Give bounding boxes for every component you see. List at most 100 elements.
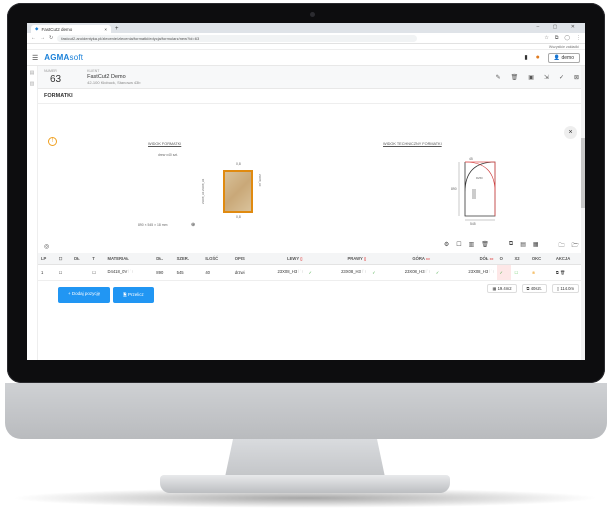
sidebar-orders-icon[interactable]: ▥ — [30, 81, 35, 87]
folder-icon: 🗀 — [128, 269, 133, 274]
cell-qty[interactable]: 40 — [202, 264, 232, 281]
col-right-ctl — [369, 253, 385, 265]
calculate-button[interactable]: 🗎 Przelicz — [113, 287, 154, 303]
extensions-icon[interactable]: ⧉ — [555, 35, 559, 41]
monitor-stand-neck — [225, 439, 385, 477]
preview-caption: drew x40 szt. — [158, 153, 178, 157]
select-all-icon[interactable]: ☐ — [456, 241, 461, 251]
number-label: NUMER — [44, 69, 57, 73]
pdf-icon[interactable]: ▤ — [520, 241, 526, 251]
cell-right[interactable]: 23X08_H3 🗀 — [320, 264, 370, 281]
cell-length[interactable]: 890 — [153, 264, 174, 281]
hamburger-icon[interactable]: ☰ — [32, 54, 38, 62]
notifications-icon[interactable]: ● — [536, 54, 540, 61]
col-width[interactable]: SZER. — [173, 253, 203, 265]
o-check-icon[interactable]: ✓ — [496, 264, 512, 281]
col-bottom[interactable]: DÓŁ ▭ — [447, 253, 497, 265]
cell-material[interactable]: D4418_0V 🗀 — [104, 264, 154, 281]
close-tab-icon[interactable]: × — [104, 27, 107, 32]
delete-rows-icon[interactable]: 🗑 — [481, 241, 489, 251]
signature-icon[interactable]: ✎ — [496, 74, 501, 81]
add-item-button[interactable]: + Dodaj pozycję — [58, 287, 111, 303]
col-o[interactable]: O — [496, 253, 512, 265]
forward-icon[interactable]: → — [40, 35, 45, 41]
warning-icon[interactable]: ! — [48, 137, 57, 146]
profile-icon[interactable]: ◯ — [564, 35, 570, 41]
col-material[interactable]: MATERIAŁ — [104, 253, 154, 265]
scrollbar[interactable] — [581, 66, 585, 360]
sidebar-dashboard-icon[interactable]: ▤ — [30, 70, 35, 76]
col-select[interactable]: ☐ — [55, 253, 72, 265]
col-lp[interactable]: LP — [38, 253, 56, 265]
cell-lp: 1 — [38, 264, 56, 281]
top-check-icon[interactable]: ✓ — [432, 264, 448, 281]
confirm-icon[interactable]: ✓ — [559, 74, 564, 81]
left-check-icon[interactable]: ✓ — [305, 264, 321, 281]
browser-tab[interactable]: ◆ FastCut2 demo × — [31, 25, 111, 33]
row-dl-checkbox[interactable] — [71, 264, 90, 281]
close-order-icon[interactable]: ⊠ — [574, 74, 579, 81]
close-preview-button[interactable]: × — [564, 126, 577, 139]
total-count: ⧉ 40szt. — [521, 284, 547, 293]
sidebar: ▤ ▥ — [27, 66, 38, 360]
hide-preview-icon[interactable]: ◎ — [44, 243, 49, 250]
client-label: KLIENT — [87, 69, 100, 73]
settings-icon[interactable]: ⚙ — [444, 241, 449, 251]
save-folder-icon[interactable]: 🗁 — [572, 241, 579, 251]
client-address: 42-100 Kłobuck, Stanowa 43b — [87, 80, 141, 85]
x2-checkbox[interactable]: ☐ — [511, 264, 529, 281]
col-right[interactable]: PRAWY ▯ — [320, 253, 370, 265]
col-left-ctl — [305, 253, 321, 265]
table-row[interactable]: 1 ☐ ☐ D4418_0V 🗀 890 545 40 drzwi 23X08_… — [38, 264, 585, 281]
col-x2[interactable]: X2 — [511, 253, 529, 265]
table-toolbar-actions: ⚙ ☐ ▥ 🗑 ⧉ ▤ ▦ 🗀 🗁 — [444, 241, 579, 251]
cell-desc[interactable]: drzwi — [231, 264, 257, 281]
user-button[interactable]: 👤 demo — [547, 52, 580, 63]
browser-menu-icon[interactable]: ⋮ — [576, 35, 581, 41]
preview-left-title: WIDOK FORMATKI — [148, 142, 182, 146]
back-icon[interactable]: ← — [31, 35, 36, 41]
scrollbar-thumb[interactable] — [581, 138, 585, 208]
reports-icon[interactable]: ▮ — [524, 54, 527, 61]
browser-tabbar: ◆ FastCut2 demo × + ‒ ▢ ✕ — [27, 23, 585, 33]
export-icon[interactable]: ⇲ — [544, 74, 549, 81]
new-tab-icon[interactable]: + — [115, 25, 119, 33]
order-infobar: NUMER 63 KLIENT FastCut2 Demo 42-100 Kło… — [38, 66, 585, 89]
app-header: ☰ AGMAsoft ▮ ● 👤 demo — [27, 50, 585, 66]
cell-left[interactable]: 23X08_H3 🗀 — [256, 264, 306, 281]
col-qty[interactable]: ILOŚĆ — [202, 253, 232, 265]
monitor-chin — [5, 383, 607, 439]
col-t[interactable]: T — [89, 253, 105, 265]
right-check-icon[interactable]: ✓ — [369, 264, 385, 281]
row-t-checkbox[interactable]: ☐ — [89, 264, 105, 281]
edge-top-label: 0,8 — [236, 162, 241, 166]
browser-actions: ☆ ⧉ ◯ ⋮ — [544, 35, 581, 41]
address-input[interactable]: fastcut2.aroidentyka.pl/zlecenie/zleceni… — [57, 34, 418, 42]
columns-icon[interactable]: ▥ — [469, 241, 475, 251]
tech-dim-bottom: 545 — [470, 222, 476, 226]
main-content: NUMER 63 KLIENT FastCut2 Demo 42-100 Kło… — [38, 66, 585, 360]
save-icon[interactable]: ▣ — [528, 74, 534, 81]
col-dl-flag[interactable]: DŁ — [71, 253, 90, 265]
col-length[interactable]: DŁ. — [153, 253, 174, 265]
row-checkbox[interactable]: ☐ — [55, 264, 72, 281]
cell-bottom[interactable]: 23X08_H3 🗀 — [447, 264, 497, 281]
col-top[interactable]: GÓRA ▭ — [384, 253, 433, 265]
col-left[interactable]: LEWY ▯ — [256, 253, 306, 265]
drill-icon[interactable]: ⊕ — [191, 222, 195, 228]
bookmark-star-icon[interactable]: ☆ — [544, 35, 548, 41]
cell-top[interactable]: 23X08_H3 🗀 — [384, 264, 433, 281]
open-folder-icon[interactable]: 🗀 — [559, 241, 565, 251]
col-okc[interactable]: OKC — [528, 253, 553, 265]
trash-icon[interactable]: 🗑 — [511, 74, 519, 81]
app-logo[interactable]: AGMAsoft — [44, 53, 83, 62]
col-desc[interactable]: OPIS — [231, 253, 257, 265]
tab-title: FastCut2 demo — [41, 26, 73, 32]
copy-icon[interactable]: ⧉ — [509, 241, 513, 251]
window-controls[interactable]: ‒ ▢ ✕ — [537, 24, 581, 30]
cell-width[interactable]: 545 — [173, 264, 203, 281]
reload-icon[interactable]: ↻ — [49, 35, 53, 41]
import-icon[interactable]: ▦ — [533, 241, 539, 251]
bookmarks-link[interactable]: Wszystkie zakładki — [549, 45, 579, 49]
okc-icon[interactable]: ⊗ — [528, 264, 553, 281]
